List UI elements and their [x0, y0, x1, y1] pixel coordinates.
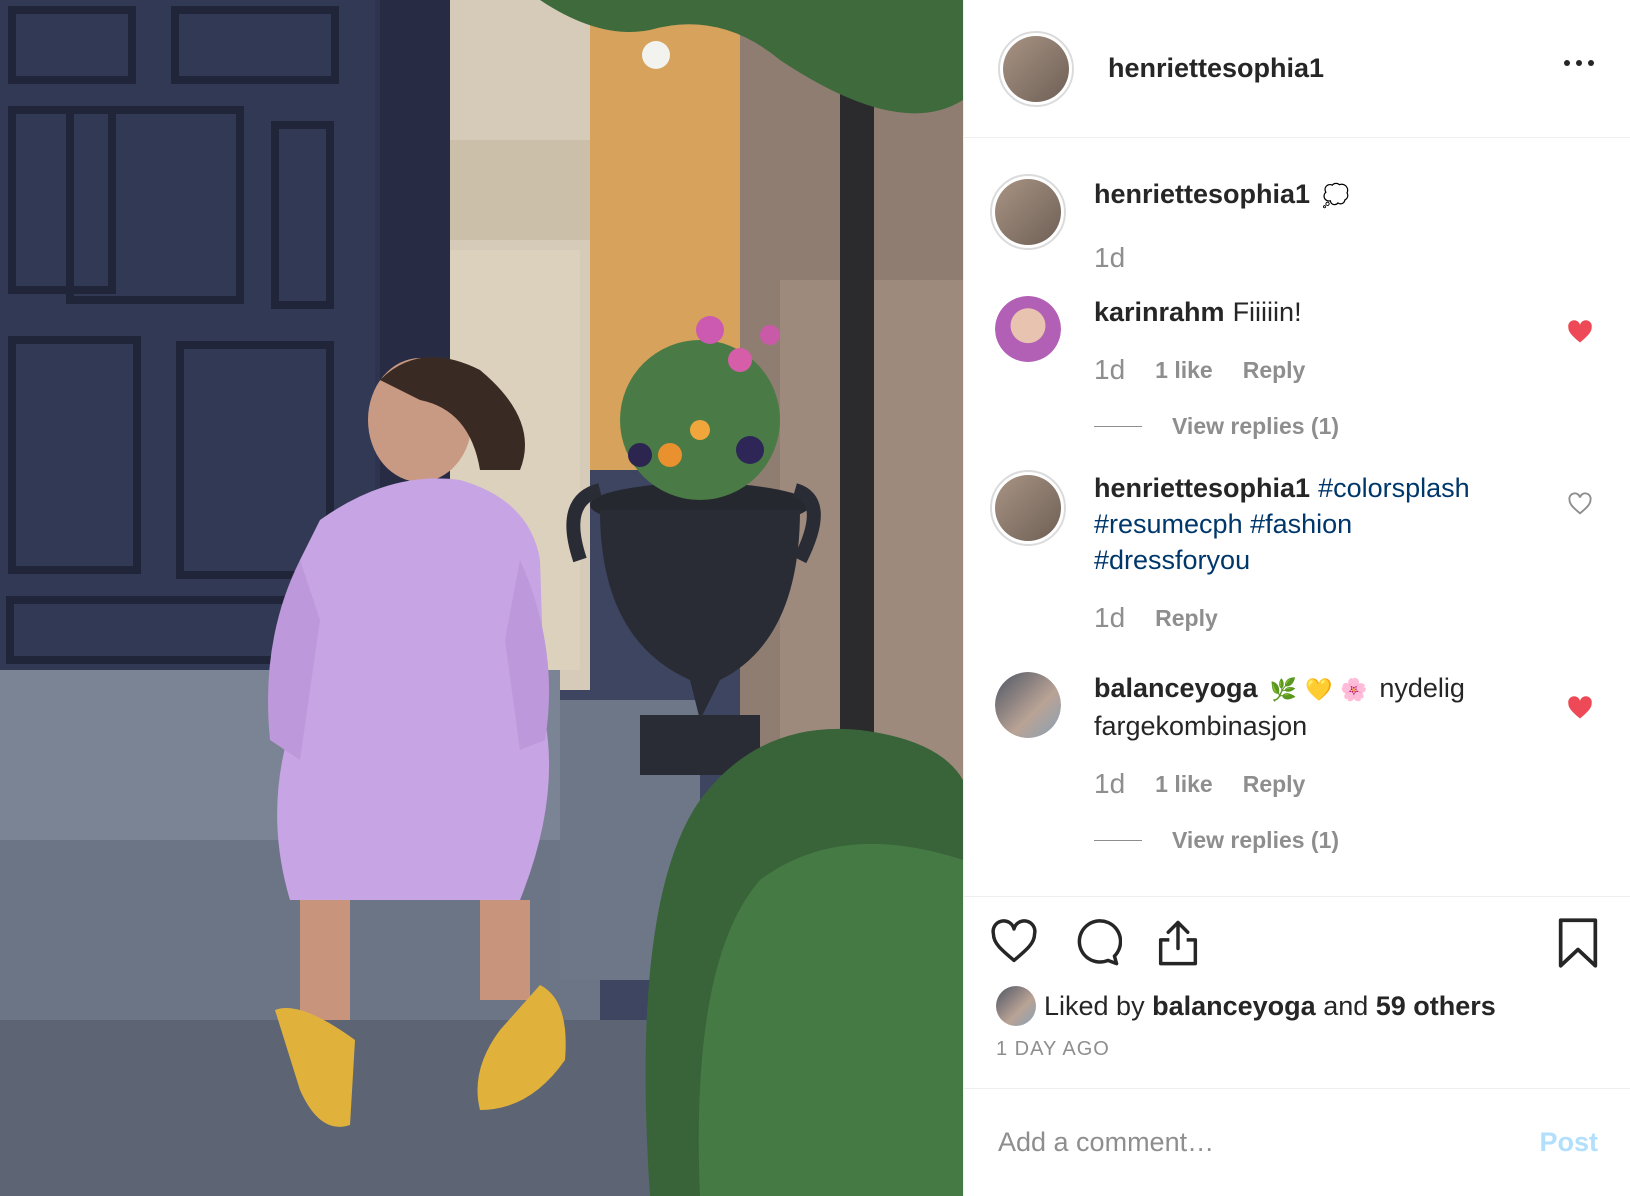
instagram-post-page: henriettesophia1 henriettesophia1 💭 1d k… — [0, 0, 1630, 1196]
comment-username[interactable]: karinrahm — [1094, 297, 1225, 327]
comment-username[interactable]: henriettesophia1 — [1094, 473, 1310, 503]
add-comment-bar: Post — [964, 1088, 1630, 1196]
comment-username[interactable]: balanceyoga — [1094, 673, 1258, 703]
herb-emoji: 🌿 — [1269, 677, 1297, 702]
likes-summary[interactable]: Liked by balanceyoga and 59 others — [964, 986, 1630, 1026]
comment-time[interactable]: 1d — [1094, 766, 1125, 802]
view-replies-label: View replies (1) — [1172, 827, 1340, 853]
reply-button[interactable]: Reply — [1155, 600, 1218, 636]
hashtag-link[interactable]: #colorsplash — [1318, 473, 1470, 503]
post-details-panel: henriettesophia1 henriettesophia1 💭 1d k… — [963, 0, 1630, 1196]
post-photo-image — [0, 0, 963, 1196]
comment-item: karinrahm Fiiiiin! 1d 1 like Reply View r… — [990, 290, 1604, 444]
replies-divider — [1094, 839, 1142, 841]
view-replies-button[interactable]: View replies (1) — [1094, 408, 1552, 444]
comment-input[interactable] — [996, 1126, 1540, 1159]
view-replies-label: View replies (1) — [1172, 413, 1340, 439]
comment-item: balanceyoga 🌿 💛 🌸 nydelig fargekombinasjon … — [990, 666, 1604, 858]
comment-text: Fiiiiin! — [1232, 297, 1302, 327]
caption-avatar[interactable] — [990, 174, 1066, 250]
commenter-avatar[interactable] — [990, 470, 1066, 546]
post-header: henriettesophia1 — [964, 0, 1630, 138]
likes-middle: and — [1323, 990, 1369, 1021]
reply-button[interactable]: Reply — [1243, 352, 1306, 388]
share-icon[interactable] — [1152, 916, 1204, 968]
comment-heart-filled-icon[interactable] — [1566, 694, 1594, 722]
yellow-heart-emoji: 💛 — [1304, 677, 1333, 702]
comments-list[interactable]: henriettesophia1 💭 1d karinrahm Fiiiiin! 1… — [964, 138, 1630, 896]
view-replies-button[interactable]: View replies (1) — [1094, 822, 1552, 858]
replies-divider — [1094, 425, 1142, 427]
comment-time[interactable]: 1d — [1094, 352, 1125, 388]
commenter-avatar[interactable] — [995, 296, 1061, 362]
likes-prefix: Liked by — [1044, 990, 1145, 1021]
post-timestamp[interactable]: 1 DAY AGO — [964, 1026, 1630, 1070]
liker-username[interactable]: balanceyoga — [1152, 991, 1316, 1022]
post-photo[interactable] — [0, 0, 963, 1196]
reply-button[interactable]: Reply — [1243, 766, 1306, 802]
comment-likes-count[interactable]: 1 like — [1155, 766, 1213, 802]
hashtag-link[interactable]: #resumecph — [1094, 509, 1243, 539]
heart-icon[interactable] — [988, 916, 1040, 968]
comment-heart-filled-icon[interactable] — [1566, 318, 1594, 346]
caption-comment: henriettesophia1 💭 1d — [990, 174, 1604, 276]
post-action-bar — [964, 896, 1630, 986]
bookmark-icon[interactable] — [1556, 917, 1600, 969]
hashtag-link[interactable]: #dressforyou — [1094, 545, 1250, 575]
comment-icon[interactable] — [1070, 916, 1122, 968]
post-comment-button[interactable]: Post — [1539, 1127, 1598, 1158]
more-horizontal-icon[interactable] — [1558, 54, 1600, 72]
commenter-avatar[interactable] — [995, 672, 1061, 738]
liker-avatar[interactable] — [996, 986, 1036, 1026]
comment-likes-count[interactable]: 1 like — [1155, 352, 1213, 388]
likes-others-link[interactable]: 59 others — [1376, 991, 1496, 1022]
cherry-blossom-emoji: 🌸 — [1340, 677, 1368, 702]
thought-bubble-emoji: 💭 — [1322, 183, 1350, 208]
comment-time[interactable]: 1d — [1094, 240, 1125, 276]
author-username[interactable]: henriettesophia1 — [1108, 53, 1324, 84]
comment-item: henriettesophia1 #colorsplash #resumecph … — [990, 470, 1604, 636]
author-avatar[interactable] — [998, 30, 1074, 107]
comment-username[interactable]: henriettesophia1 — [1094, 179, 1310, 209]
hashtag-link[interactable]: #fashion — [1250, 509, 1352, 539]
comment-heart-outline-icon[interactable] — [1566, 490, 1594, 518]
comment-time[interactable]: 1d — [1094, 600, 1125, 636]
